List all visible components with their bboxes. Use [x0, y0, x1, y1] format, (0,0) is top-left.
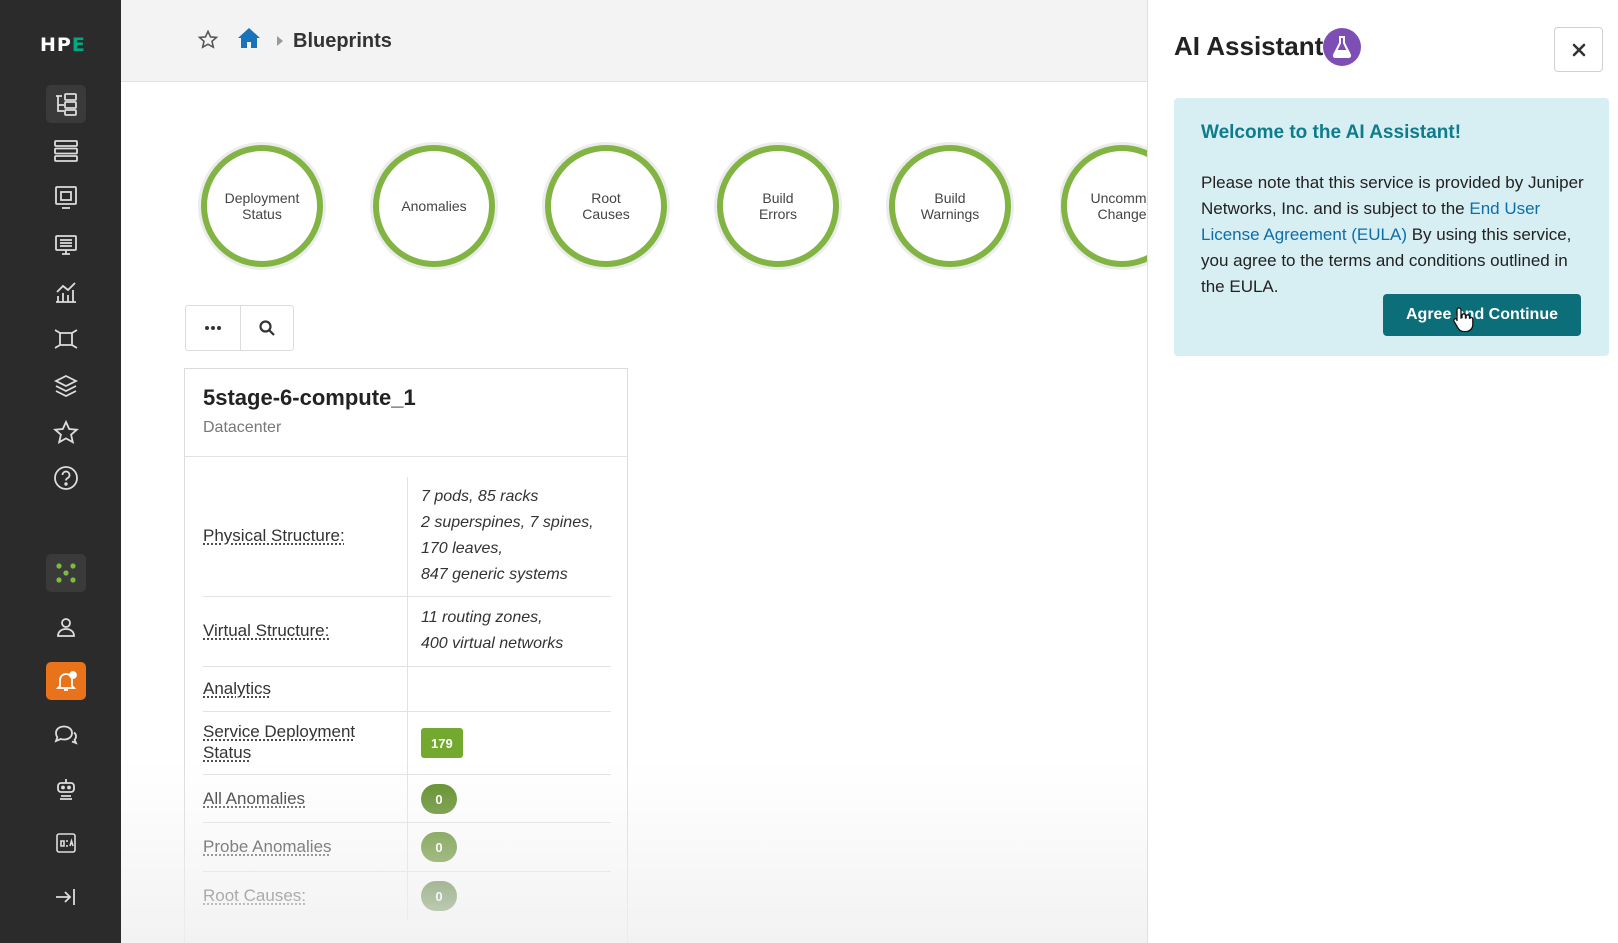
virtual-structure-label[interactable]: Virtual Structure:: [203, 621, 329, 641]
circle-label: Deployment: [224, 190, 300, 206]
virtual-structure-value: 11 routing zones, 400 virtual networks: [421, 605, 563, 657]
label-line: Status: [203, 743, 252, 762]
probe-anomalies-label[interactable]: Probe Anomalies: [203, 837, 332, 857]
resources-icon[interactable]: [46, 226, 86, 264]
blueprints-icon[interactable]: [46, 85, 86, 123]
layers-icon[interactable]: [46, 367, 86, 405]
help-icon[interactable]: [46, 459, 86, 497]
external-systems-icon[interactable]: [46, 320, 86, 358]
blueprint-name[interactable]: 5stage-6-compute_1: [203, 385, 609, 411]
agree-and-continue-button[interactable]: Agree and Continue: [1383, 294, 1581, 336]
divider: [407, 823, 408, 871]
circle-label: Uncommit: [1090, 190, 1147, 206]
ai-assistant-title: AI Assistant: [1174, 31, 1324, 61]
search-icon: [259, 320, 275, 336]
physical-structure-row: Physical Structure: 7 pods, 85 racks 2 s…: [203, 477, 611, 597]
blueprint-toolbar: [185, 305, 294, 351]
user-icon[interactable]: [46, 608, 86, 646]
root-causes-label[interactable]: Root Causes:: [203, 886, 306, 906]
search-button[interactable]: [239, 306, 294, 350]
anomalies-circle[interactable]: Anomalies: [373, 145, 495, 267]
all-anomalies-label[interactable]: All Anomalies: [203, 789, 305, 809]
service-deployment-row: Service Deployment Status 179: [203, 712, 611, 775]
alerts-icon[interactable]: [46, 662, 86, 700]
ai-assistant-panel: AI Assistant Welcome to the AI Assistant…: [1147, 0, 1618, 943]
value-line: 400 virtual networks: [421, 635, 564, 652]
close-button[interactable]: [1554, 27, 1603, 72]
value-line: 11 routing zones,: [421, 609, 543, 626]
logo-text: HP: [40, 34, 72, 56]
blueprint-card: 5stage-6-compute_1 Datacenter Physical S…: [184, 368, 628, 943]
more-button[interactable]: [186, 306, 240, 350]
circle-label: Change: [1097, 206, 1147, 222]
breadcrumb-separator-icon: [276, 34, 284, 52]
welcome-card: Welcome to the AI Assistant! Please note…: [1174, 98, 1609, 356]
blueprint-type: Datacenter: [203, 419, 282, 436]
all-anomalies-badge[interactable]: 0: [421, 784, 457, 814]
analytics-label[interactable]: Analytics: [203, 679, 271, 699]
hpe-logo[interactable]: HPE: [40, 34, 86, 56]
physical-structure-label[interactable]: Physical Structure:: [203, 526, 345, 546]
circle-label: Anomalies: [401, 198, 467, 214]
service-deployment-label[interactable]: Service Deployment Status: [203, 721, 355, 763]
analytics-icon[interactable]: [46, 273, 86, 311]
divider: [407, 597, 408, 666]
circle-label: Root: [591, 190, 621, 206]
root-causes-circle[interactable]: Root Causes: [545, 145, 667, 267]
welcome-title: Welcome to the AI Assistant!: [1201, 122, 1462, 143]
label-line: Service Deployment: [203, 722, 356, 741]
virtual-structure-row: Virtual Structure: 11 routing zones, 400…: [203, 597, 611, 667]
probe-anomalies-badge[interactable]: 0: [421, 832, 457, 862]
value-line: 847 generic systems: [421, 566, 568, 583]
circle-clip: UncommitChange: [1060, 140, 1147, 275]
build-errors-circle[interactable]: Build Errors: [717, 145, 839, 267]
analytics-row: Analytics: [203, 667, 611, 712]
sidebar: HPE: [0, 0, 121, 943]
uncommitted-changes-circle[interactable]: UncommitChange: [1061, 145, 1147, 267]
all-anomalies-row: All Anomalies 0: [203, 775, 611, 823]
logo-accent: E: [71, 34, 86, 56]
close-icon: [1572, 43, 1585, 56]
divider: [407, 477, 408, 596]
circle-label: Build: [762, 190, 794, 206]
flask-icon: [1323, 28, 1361, 66]
top-bar: Blueprints: [121, 0, 1147, 82]
circle-label: Build: [934, 190, 966, 206]
build-warnings-circle[interactable]: Build Warnings: [889, 145, 1011, 267]
design-icon[interactable]: [46, 179, 86, 217]
more-icon: [204, 326, 221, 330]
welcome-text: Please note that this service is provide…: [1201, 170, 1586, 300]
probe-anomalies-row: Probe Anomalies 0: [203, 823, 611, 872]
breadcrumb[interactable]: Blueprints: [293, 30, 392, 53]
favorite-star-icon[interactable]: [197, 29, 219, 56]
home-icon[interactable]: [237, 27, 261, 54]
circle-label: Causes: [582, 206, 630, 222]
robot-icon[interactable]: [46, 770, 86, 808]
service-deployment-badge[interactable]: 179: [421, 728, 463, 758]
divider: [407, 775, 408, 822]
circle-label: Errors: [758, 206, 798, 222]
collapse-icon[interactable]: [46, 878, 86, 916]
hand-cursor-icon: [1452, 306, 1474, 337]
physical-structure-value: 7 pods, 85 racks 2 superspines, 7 spines…: [421, 484, 594, 588]
dca-icon[interactable]: [46, 824, 86, 862]
devices-icon[interactable]: [46, 132, 86, 170]
value-line: 170 leaves,: [421, 540, 503, 557]
value-line: 7 pods, 85 racks: [421, 488, 539, 505]
circle-label: Status: [242, 206, 282, 222]
root-causes-row: Root Causes: 0: [203, 872, 611, 920]
platform-icon[interactable]: [46, 554, 86, 592]
divider: [407, 667, 408, 711]
divider: [407, 872, 408, 920]
value-line: 2 superspines, 7 spines,: [421, 514, 594, 531]
favorites-icon[interactable]: [46, 414, 86, 452]
card-header: 5stage-6-compute_1 Datacenter: [185, 369, 627, 457]
root-causes-badge[interactable]: 0: [421, 881, 457, 911]
circle-label: Warnings: [920, 206, 980, 222]
divider: [407, 712, 408, 774]
deployment-status-circle[interactable]: Deployment Status: [201, 145, 323, 267]
chat-icon[interactable]: [46, 716, 86, 754]
